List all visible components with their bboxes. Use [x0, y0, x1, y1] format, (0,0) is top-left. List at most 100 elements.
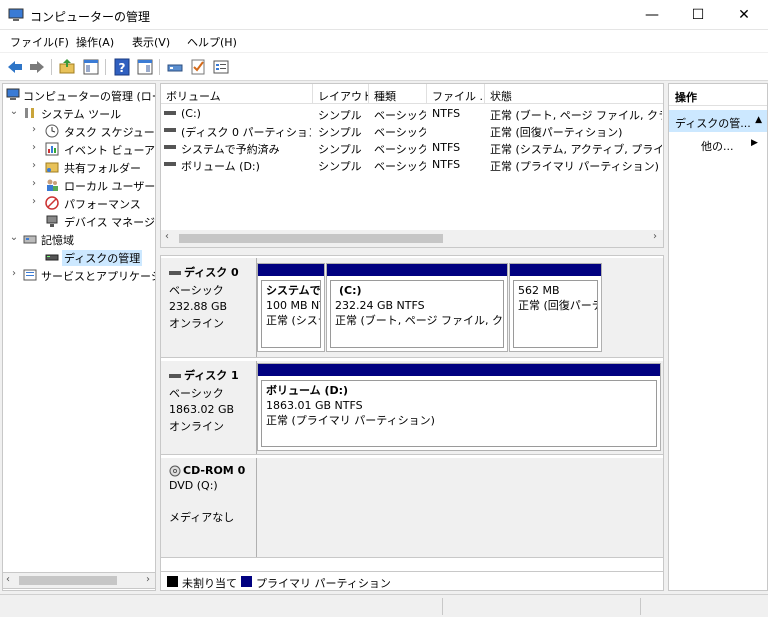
table-cell: シンプル [318, 143, 362, 156]
table-cell: 正常 (プライマリ パーティション) [490, 160, 659, 173]
disk-icon [169, 271, 181, 275]
table-row[interactable]: (C:) シンプル ベーシック NTFS 正常 (ブート, ページ ファイル, … [161, 105, 663, 122]
disk-status: オンライン [169, 420, 224, 433]
scroll-right-icon[interactable]: › [146, 574, 150, 585]
column-header-layout[interactable]: レイアウト [313, 84, 369, 104]
chevron-right-icon[interactable]: › [29, 124, 39, 135]
partition-title: (C:) [339, 284, 362, 297]
disk-1-row[interactable]: ディスク 1 ベーシック 1863.02 GB オンライン ボリューム (D:)… [161, 361, 663, 455]
partition-block[interactable]: (C:) 232.24 GB NTFS 正常 (ブート, ページ ファイル, ク… [326, 263, 508, 352]
legend-primary: プライマリ パーティション [256, 577, 391, 590]
menu-action[interactable]: 操作(A) [76, 34, 114, 50]
connect-icon[interactable] [166, 58, 184, 76]
primary-partition-bar [327, 264, 507, 276]
tree-item-label: タスク スケジューラ [64, 126, 156, 139]
up-folder-icon[interactable] [58, 58, 76, 76]
volume-row-icon [164, 145, 176, 149]
computer-management-icon [8, 8, 24, 21]
cdrom-0-info[interactable]: CD-ROM 0 DVD (Q:) メディアなし [161, 458, 257, 557]
scrollbar-thumb[interactable] [179, 234, 443, 243]
column-header-status[interactable]: 状態 [485, 84, 663, 104]
chevron-right-icon[interactable]: › [29, 196, 39, 207]
table-row[interactable]: (ディスク 0 パーティション 3) シンプル ベーシック 正常 (回復パーティ… [161, 122, 663, 139]
disk-status: オンライン [169, 317, 224, 330]
navigation-tree: コンピューターの管理 (ローカ ⌄ システム ツール › タスク スケジューラ … [2, 83, 156, 591]
performance-icon [45, 196, 59, 210]
scrollbar-thumb[interactable] [19, 576, 117, 585]
volume-list: ボリューム レイアウト 種類 ファイル ... 状態 (C:) シンプル ベーシ… [160, 83, 664, 248]
scroll-right-icon[interactable]: › [653, 231, 657, 242]
scroll-left-icon[interactable]: ‹ [165, 231, 169, 242]
disk-0-row[interactable]: ディスク 0 ベーシック 232.88 GB オンライン システムで予 100 … [161, 258, 663, 358]
properties-icon[interactable] [212, 58, 230, 76]
column-header-type[interactable]: 種類 [369, 84, 427, 104]
status-bar [0, 594, 768, 617]
chevron-right-icon[interactable]: › [29, 160, 39, 171]
scroll-left-icon[interactable]: ‹ [6, 574, 10, 585]
event-viewer-icon [45, 142, 59, 156]
chevron-down-icon[interactable]: ⌄ [9, 106, 19, 117]
disk-1-info[interactable]: ディスク 1 ベーシック 1863.02 GB オンライン [161, 361, 257, 454]
list-horizontal-scrollbar[interactable]: ‹ › [161, 230, 663, 247]
tree-item-local-users[interactable]: › ローカル ユーザーとグ [3, 176, 156, 194]
cdrom-type: DVD (Q:) [169, 479, 218, 492]
tree-item-device-manager[interactable]: デバイス マネージャー [3, 212, 155, 230]
tree-item-task-scheduler[interactable]: › タスク スケジューラ [3, 122, 156, 140]
partition-block[interactable]: システムで予 100 MB NTFS 正常 (システ [257, 263, 325, 352]
collapse-up-icon[interactable]: ▲ [755, 115, 762, 125]
tree-item-performance[interactable]: › パフォーマンス [3, 194, 155, 212]
device-manager-icon [46, 215, 58, 227]
tree-item-storage[interactable]: ⌄ 記憶域 [3, 230, 155, 248]
table-cell: ボリューム (D:) [181, 160, 260, 173]
tree-item-root[interactable]: コンピューターの管理 (ローカ [3, 86, 155, 104]
table-cell: ベーシック [374, 126, 426, 139]
menu-view[interactable]: 表示(V) [132, 34, 170, 50]
table-cell: (ディスク 0 パーティション 3) [181, 126, 311, 139]
table-row[interactable]: システムで予約済み シンプル ベーシック NTFS 正常 (システム, アクティ… [161, 139, 663, 156]
tree-item-event-viewer[interactable]: › イベント ビューアー [3, 140, 155, 158]
tree-item-services[interactable]: › サービスとアプリケーション [3, 266, 155, 284]
tree-item-shared-folders[interactable]: › 共有フォルダー [3, 158, 155, 176]
chevron-down-icon[interactable]: ⌄ [9, 232, 19, 243]
volume-row-icon [164, 162, 176, 166]
disk-0-info[interactable]: ディスク 0 ベーシック 232.88 GB オンライン [161, 258, 257, 357]
chevron-right-icon[interactable]: › [29, 178, 39, 189]
more-actions[interactable]: 他の... ▶ [701, 138, 758, 154]
partition-block[interactable]: 562 MB 正常 (回復パーティ [509, 263, 602, 352]
tree-item-label: ローカル ユーザーとグ [64, 180, 156, 193]
table-cell: 正常 (回復パーティション) [490, 126, 623, 139]
actions-section-disk-management[interactable]: ディスクの管... ▲ [669, 110, 767, 132]
cdrom-0-row[interactable]: CD-ROM 0 DVD (Q:) メディアなし [161, 458, 663, 558]
table-row[interactable]: ボリューム (D:) シンプル ベーシック NTFS 正常 (プライマリ パーテ… [161, 156, 663, 173]
actions-pane: 操作 ディスクの管... ▲ 他の... ▶ [668, 83, 768, 591]
help-icon[interactable]: ? [113, 58, 131, 76]
back-icon[interactable] [6, 58, 24, 76]
column-header-filesystem[interactable]: ファイル ... [427, 84, 485, 104]
menu-help[interactable]: ヘルプ(H) [187, 34, 237, 50]
partition-status: 正常 (回復パーティ [518, 299, 597, 312]
chevron-right-icon[interactable]: › [29, 142, 39, 153]
check-icon[interactable] [189, 58, 207, 76]
tree-horizontal-scrollbar[interactable]: ‹ › [2, 572, 156, 589]
disk-icon [169, 374, 181, 378]
forward-icon[interactable] [28, 58, 46, 76]
chevron-right-icon[interactable]: › [9, 268, 19, 279]
table-cell: システムで予約済み [181, 143, 280, 156]
more-actions-label: 他の... [701, 140, 734, 153]
disk-size: 232.88 GB [169, 300, 228, 313]
close-button[interactable]: ✕ [722, 0, 766, 30]
tree-item-system-tools[interactable]: ⌄ システム ツール [3, 104, 155, 122]
volume-row-icon [164, 128, 176, 132]
minimize-button[interactable]: — [630, 0, 674, 30]
computer-icon [6, 88, 20, 100]
tree-item-disk-management[interactable]: ディスクの管理 [3, 248, 155, 266]
partition-block[interactable]: ボリューム (D:) 1863.01 GB NTFS 正常 (プライマリ パーテ… [257, 363, 661, 451]
unallocated-swatch [167, 576, 178, 587]
show-tree-icon[interactable] [82, 58, 100, 76]
partition-status: 正常 (プライマリ パーティション) [266, 414, 435, 427]
show-pane-icon[interactable] [136, 58, 154, 76]
column-header-volume[interactable]: ボリューム [161, 84, 313, 104]
svg-text:?: ? [119, 61, 126, 75]
menu-file[interactable]: ファイル(F) [10, 34, 69, 50]
maximize-button[interactable]: ☐ [676, 0, 720, 30]
